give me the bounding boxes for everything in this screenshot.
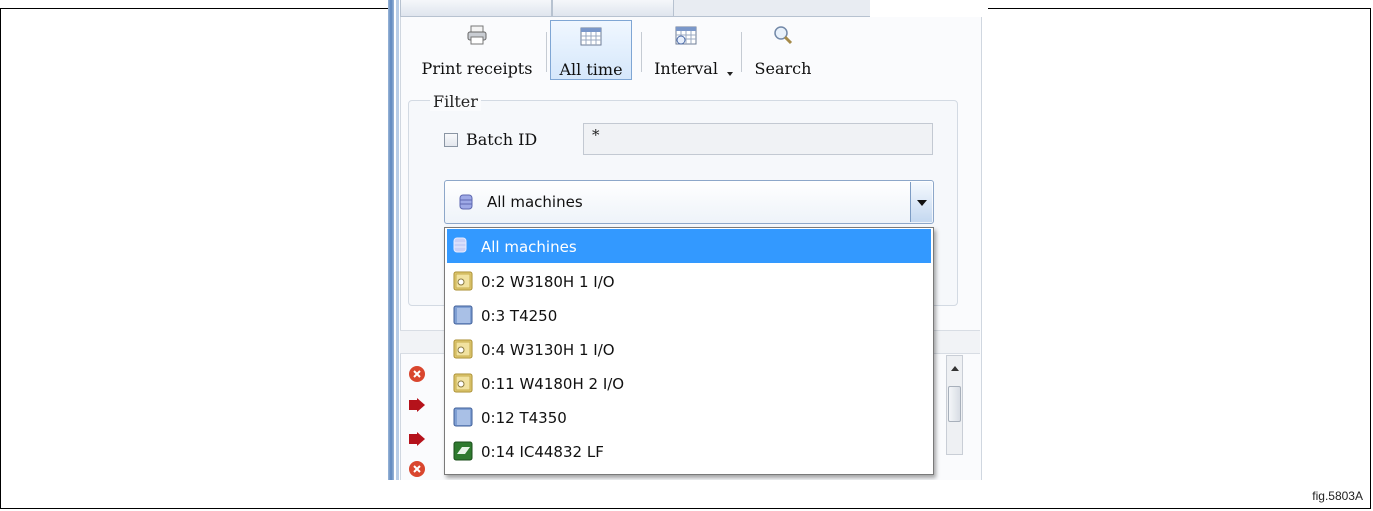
machine-select[interactable]: All machines — [444, 180, 934, 224]
list-item-label: 0:14 IC44832 LF — [481, 443, 604, 461]
machine-select-dropdown-button[interactable] — [910, 182, 932, 222]
chevron-down-icon — [917, 200, 927, 206]
tab-1[interactable] — [400, 0, 552, 17]
list-item-label: 0:11 W4180H 2 I/O — [481, 375, 625, 393]
toolbar-separator — [546, 32, 547, 72]
list-item[interactable]: 0:3 T4250 — [447, 298, 931, 332]
print-receipts-button[interactable]: Print receipts — [418, 20, 536, 80]
ironer-icon — [453, 441, 473, 465]
washer-icon — [453, 339, 473, 363]
washer-icon — [453, 271, 473, 295]
error-icon — [408, 365, 426, 387]
filter-title: Filter — [430, 92, 481, 111]
tab-2[interactable] — [552, 0, 674, 17]
list-item-label: All machines — [481, 238, 577, 256]
batch-id-checkbox[interactable] — [444, 133, 458, 147]
dryer-icon — [453, 305, 473, 329]
toolbar-separator — [641, 32, 642, 72]
calendar-interval-icon — [675, 25, 697, 49]
machine-dropdown-list: All machines 0:2 W3180H 1 I/O 0:3 T4250 … — [444, 227, 934, 475]
list-item[interactable]: 0:2 W3180H 1 I/O — [447, 264, 931, 298]
interval-button[interactable]: Interval — [646, 20, 726, 80]
list-item[interactable]: 0:4 W3130H 1 I/O — [447, 332, 931, 366]
toolbar-separator — [741, 32, 742, 72]
list-item-label: 0:12 T4350 — [481, 409, 567, 427]
all-time-label: All time — [559, 60, 623, 79]
error-icon — [408, 460, 426, 480]
list-item[interactable]: All machines — [447, 229, 931, 263]
grid-scrollbar[interactable] — [946, 355, 963, 455]
machine-select-value: All machines — [487, 193, 583, 211]
tab-strip — [400, 0, 870, 17]
search-label: Search — [754, 59, 812, 78]
interval-label: Interval — [654, 59, 718, 78]
arrow-right-icon — [408, 396, 426, 418]
interval-dropdown-arrow-icon[interactable] — [727, 72, 733, 76]
list-item[interactable]: 0:12 T4350 — [447, 400, 931, 434]
batch-id-input[interactable]: * — [583, 123, 933, 155]
list-item[interactable]: 0:14 IC44832 LF — [447, 434, 931, 468]
database-icon — [453, 236, 467, 258]
batch-id-label: Batch ID — [466, 130, 538, 149]
database-icon — [459, 193, 473, 215]
calendar-icon — [580, 26, 602, 50]
window-edge — [388, 0, 394, 480]
all-time-button[interactable]: All time — [550, 20, 632, 80]
scroll-up-icon[interactable] — [951, 366, 959, 371]
washer-icon — [453, 373, 473, 397]
arrow-right-icon — [408, 430, 426, 452]
list-item[interactable]: 0:11 W4180H 2 I/O — [447, 366, 931, 400]
dryer-icon — [453, 407, 473, 431]
printer-icon — [466, 25, 488, 49]
app-window: Print receipts All time Interval Search … — [388, 0, 988, 480]
list-item-label: 0:3 T4250 — [481, 307, 558, 325]
print-receipts-label: Print receipts — [421, 59, 533, 78]
scroll-thumb[interactable] — [948, 386, 961, 422]
search-button[interactable]: Search — [748, 20, 818, 80]
list-item-label: 0:2 W3180H 1 I/O — [481, 273, 615, 291]
figure-label: fig.5803A — [1312, 489, 1363, 503]
magnifier-icon — [772, 25, 794, 49]
list-item-label: 0:4 W3130H 1 I/O — [481, 341, 615, 359]
window-edge-inner — [396, 0, 399, 480]
